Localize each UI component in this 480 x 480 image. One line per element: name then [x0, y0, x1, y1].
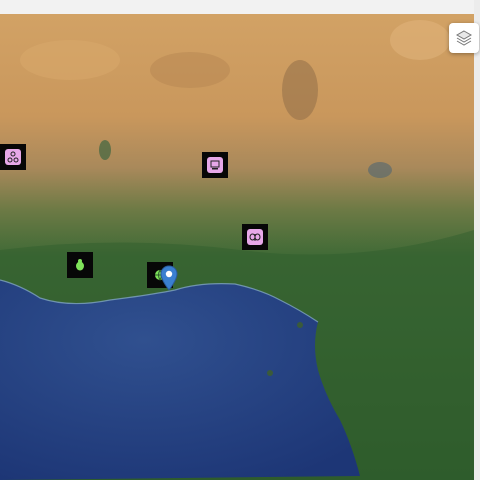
butterfly-icon: [247, 229, 263, 245]
marker-molecule[interactable]: [0, 144, 26, 170]
molecule-icon: [5, 149, 21, 165]
right-edge-bar: [474, 0, 480, 480]
marker-screen[interactable]: [202, 152, 228, 178]
marker-butterfly[interactable]: [242, 224, 268, 250]
location-pin-icon: [160, 265, 178, 291]
bug-icon: [72, 257, 88, 273]
top-bar: [0, 0, 480, 14]
satellite-imagery: [0, 14, 474, 480]
location-pin[interactable]: [160, 265, 178, 291]
layers-icon: [455, 30, 473, 46]
map-canvas[interactable]: [0, 14, 474, 480]
screen-icon: [207, 157, 223, 173]
marker-bug[interactable]: [67, 252, 93, 278]
layers-button[interactable]: [449, 23, 479, 53]
